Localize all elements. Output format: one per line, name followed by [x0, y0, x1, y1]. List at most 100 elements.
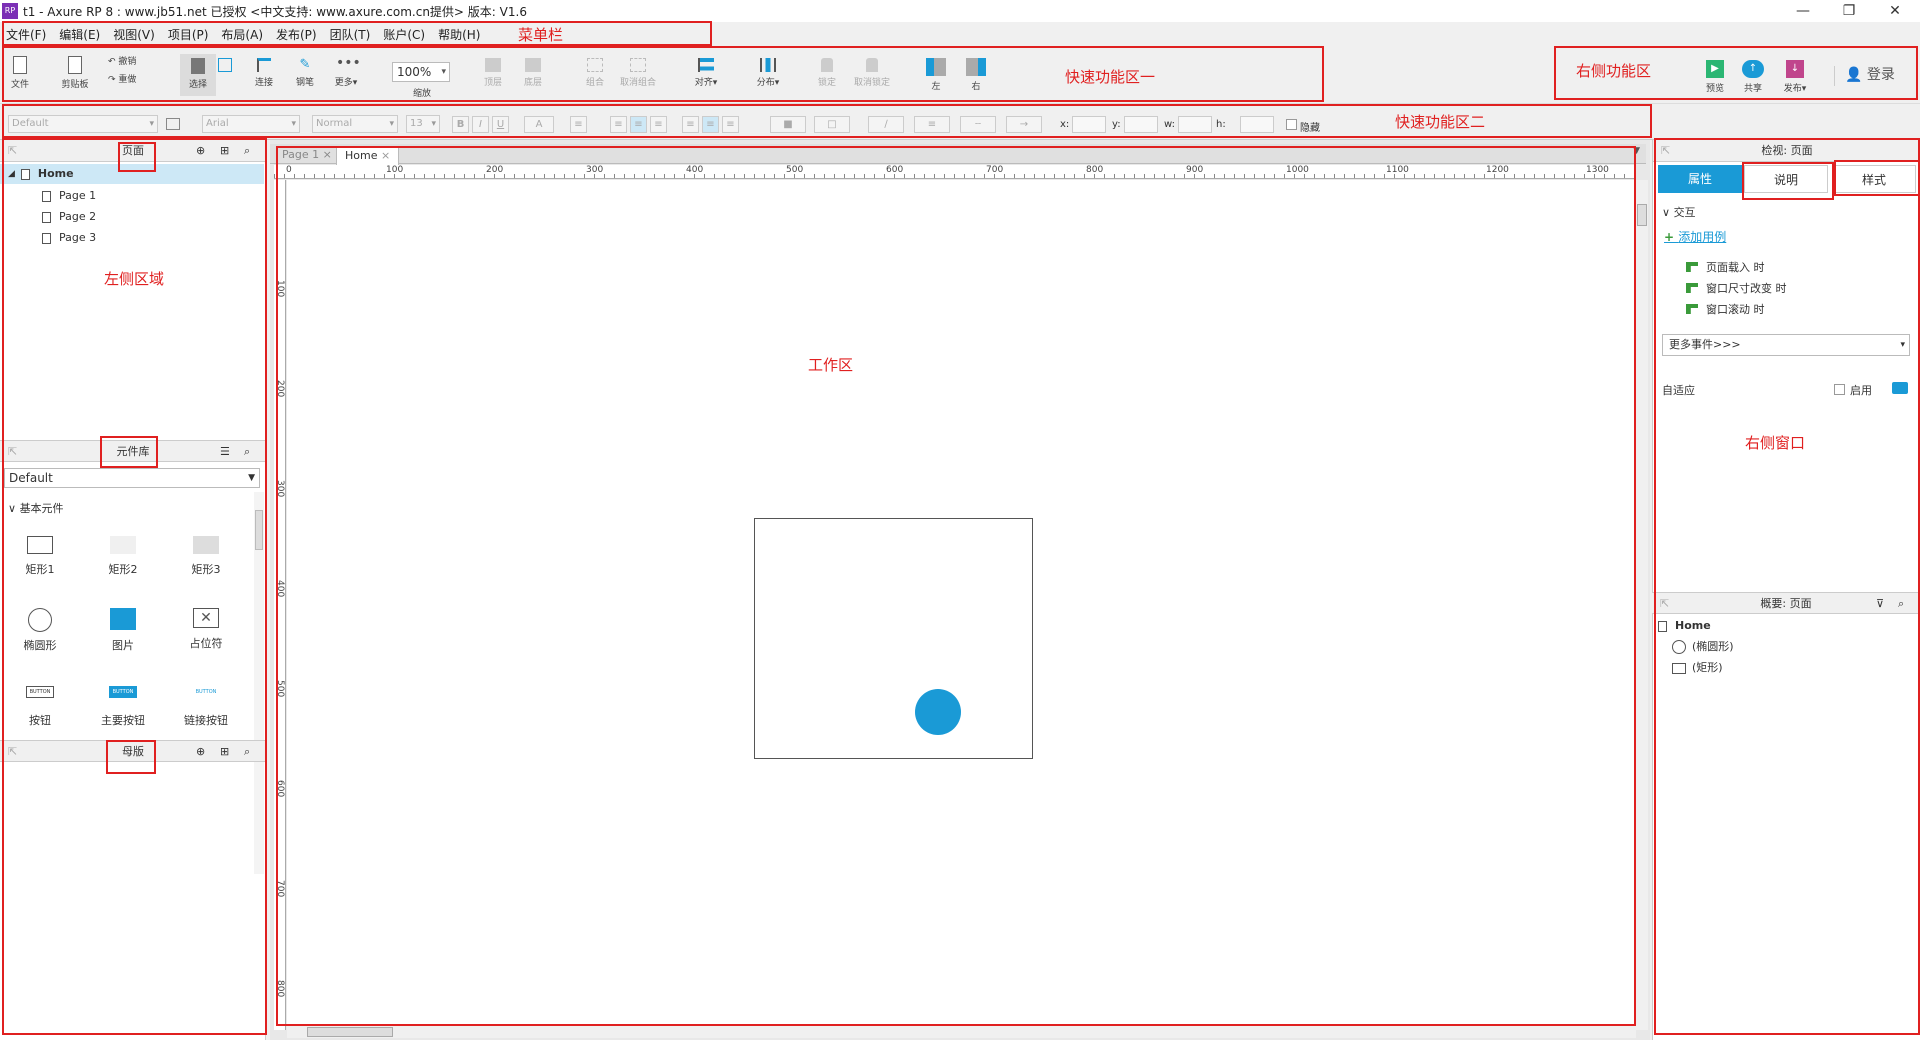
y-input[interactable]: [1124, 116, 1158, 133]
collapse-icon[interactable]: ⇱: [8, 140, 17, 162]
widget-ellipse[interactable]: 椭圆形: [10, 608, 70, 653]
canvas-rectangle[interactable]: [754, 518, 1033, 759]
line-color-icon[interactable]: ∕: [868, 116, 904, 133]
menu-arrange[interactable]: 布局(A): [221, 26, 263, 43]
undo-button[interactable]: ↶ 撤销: [108, 54, 148, 67]
tab-list-icon[interactable]: ▼: [1633, 146, 1640, 156]
add-case-link[interactable]: + 添加用例: [1664, 228, 1726, 245]
outline-home[interactable]: Home: [1658, 616, 1711, 636]
collapse-icon[interactable]: ⇱: [8, 441, 17, 463]
design-canvas[interactable]: [287, 180, 1636, 1030]
tab-home[interactable]: Home ×: [336, 146, 400, 165]
page-item-1[interactable]: Page 1: [42, 186, 96, 206]
widget-button[interactable]: BUTTON 按钮: [10, 686, 70, 728]
clipboard-button[interactable]: 剪贴板: [55, 56, 95, 90]
more-events-select[interactable]: 更多事件>>> ▾: [1662, 334, 1910, 356]
h-input[interactable]: [1240, 116, 1274, 133]
x-input[interactable]: [1072, 116, 1106, 133]
vertical-scrollbar[interactable]: [1636, 180, 1648, 1030]
event-window-scroll[interactable]: 窗口滚动 时: [1686, 301, 1765, 317]
horizontal-scrollbar[interactable]: [287, 1026, 1636, 1038]
select-contain-button[interactable]: [214, 58, 236, 75]
close-icon[interactable]: ×: [381, 149, 390, 162]
menu-file[interactable]: 文件(F): [6, 26, 46, 43]
collapse-icon[interactable]: ⇱: [1660, 593, 1669, 615]
bullet-list-icon[interactable]: ≡: [570, 116, 587, 133]
hide-checkbox[interactable]: [1286, 119, 1297, 130]
page-item-2[interactable]: Page 2: [42, 207, 96, 227]
menu-edit[interactable]: 编辑(E): [59, 26, 100, 43]
close-icon[interactable]: ×: [323, 148, 332, 161]
tab-style[interactable]: 样式: [1832, 165, 1916, 193]
font-size-select[interactable]: 13: [406, 115, 440, 133]
menu-project[interactable]: 项目(P): [168, 26, 209, 43]
font-color-icon[interactable]: A: [524, 116, 554, 133]
adaptive-settings-icon[interactable]: [1892, 382, 1908, 394]
italic-icon[interactable]: I: [472, 116, 489, 133]
right-pane-toggle[interactable]: 右: [962, 58, 990, 92]
canvas-ellipse[interactable]: [915, 689, 961, 735]
bring-front-button[interactable]: 顶层: [478, 58, 508, 88]
menu-help[interactable]: 帮助(H): [438, 26, 480, 43]
font-weight-select[interactable]: Normal: [312, 115, 398, 133]
scroll-thumb[interactable]: [255, 510, 263, 550]
add-folder-icon[interactable]: ⊞: [220, 741, 229, 763]
menu-publish[interactable]: 发布(P): [276, 26, 317, 43]
group-button[interactable]: 组合: [580, 58, 610, 88]
collapse-icon[interactable]: ⇱: [1661, 140, 1670, 162]
restore-icon[interactable]: ❐: [1826, 0, 1872, 22]
collapse-icon[interactable]: ⇱: [8, 741, 17, 763]
align-button[interactable]: 对齐▾: [688, 58, 724, 88]
distribute-button[interactable]: 分布▾: [750, 58, 786, 88]
connect-button[interactable]: 连接: [250, 58, 278, 88]
search-icon[interactable]: ⌕: [1898, 593, 1904, 615]
widget-primary-button[interactable]: BUTTON 主要按钮: [93, 686, 153, 728]
redo-button[interactable]: ↷ 重做: [108, 72, 148, 85]
style-select[interactable]: Default: [8, 115, 158, 133]
minimize-icon[interactable]: —: [1780, 0, 1826, 22]
valign-top-icon[interactable]: ≡: [682, 116, 699, 133]
menu-icon[interactable]: ☰: [220, 441, 230, 463]
share-button[interactable]: ↑ 共享: [1738, 60, 1768, 94]
close-icon[interactable]: ✕: [1872, 0, 1918, 22]
bold-icon[interactable]: B: [452, 116, 469, 133]
filter-icon[interactable]: ⊽: [1876, 593, 1884, 615]
align-left-icon[interactable]: ≡: [610, 116, 627, 133]
valign-middle-icon[interactable]: ≡: [702, 116, 719, 133]
scroll-thumb[interactable]: [307, 1027, 393, 1037]
add-page-icon[interactable]: ⊕: [196, 140, 205, 162]
widget-placeholder[interactable]: ✕ 占位符: [176, 608, 236, 651]
menu-view[interactable]: 视图(V): [113, 26, 155, 43]
lock-button[interactable]: 锁定: [812, 58, 842, 88]
font-select[interactable]: Arial: [202, 115, 300, 133]
tab-page1[interactable]: Page 1 ×: [274, 146, 340, 164]
search-icon[interactable]: ⌕: [244, 741, 250, 763]
send-back-button[interactable]: 底层: [518, 58, 548, 88]
widget-rect3[interactable]: 矩形3: [176, 536, 236, 577]
add-master-icon[interactable]: ⊕: [196, 741, 205, 763]
align-center-icon[interactable]: ≡: [630, 116, 647, 133]
underline-icon[interactable]: U: [492, 116, 509, 133]
page-item-home[interactable]: ◢ Home: [0, 164, 264, 184]
widget-image[interactable]: 图片: [93, 608, 153, 653]
menu-account[interactable]: 账户(C): [383, 26, 425, 43]
pen-button[interactable]: ✎ 钢笔: [290, 58, 320, 89]
outline-rectangle[interactable]: (矩形): [1672, 658, 1723, 678]
left-pane-toggle[interactable]: 左: [922, 58, 950, 92]
publish-button[interactable]: ↓ 发布▾: [1778, 60, 1812, 94]
library-select[interactable]: Default ▼: [4, 468, 260, 488]
search-icon[interactable]: ⌕: [244, 140, 250, 162]
align-right-icon[interactable]: ≡: [650, 116, 667, 133]
fill-color-icon[interactable]: ■: [770, 116, 806, 133]
add-folder-icon[interactable]: ⊞: [220, 140, 229, 162]
tab-properties[interactable]: 属性: [1658, 165, 1742, 193]
more-button[interactable]: ••• 更多▾: [328, 56, 364, 88]
w-input[interactable]: [1178, 116, 1212, 133]
event-window-resize[interactable]: 窗口尺寸改变 时: [1686, 280, 1787, 296]
event-page-load[interactable]: 页面载入 时: [1686, 259, 1765, 275]
line-style-icon[interactable]: ┄: [960, 116, 996, 133]
scroll-thumb[interactable]: [1637, 204, 1647, 226]
library-group[interactable]: ∨ 基本元件: [8, 500, 64, 516]
file-button[interactable]: 文件: [8, 56, 32, 90]
login-button[interactable]: 👤 登录: [1845, 64, 1895, 84]
